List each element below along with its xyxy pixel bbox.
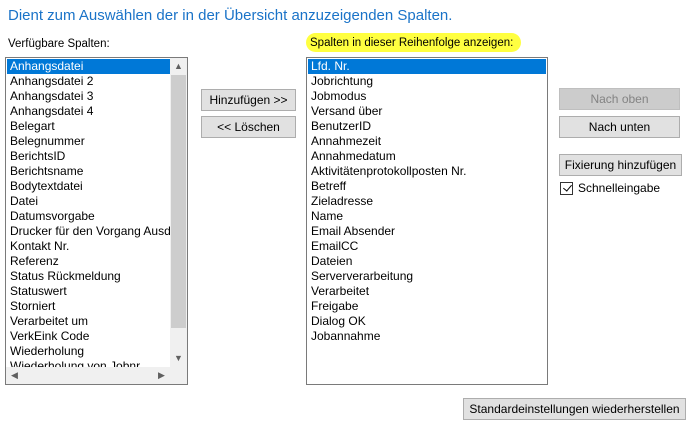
available-column-list-item[interactable]: Belegart [7,119,170,134]
available-column-list-item[interactable]: Anhangsdatei [7,59,170,74]
available-column-list-item[interactable]: Wiederholung von Jobnr. [7,359,170,367]
move-down-button[interactable]: Nach unten [559,116,680,138]
selected-columns-items: Lfd. Nr. Jobrichtung Jobmodus Versand über B… [308,59,546,344]
available-column-list-item[interactable]: Datumsvorgabe [7,209,170,224]
selected-column-list-item[interactable]: Annahmezeit [308,134,546,149]
selected-column-list-item[interactable]: Freigabe [308,299,546,314]
available-column-list-item[interactable]: Berichtsname [7,164,170,179]
selected-column-list-item[interactable]: Betreff [308,179,546,194]
selected-column-list-item[interactable]: Jobmodus [308,89,546,104]
selected-column-list-item[interactable]: Email Absender [308,224,546,239]
available-column-list-item[interactable]: Anhangsdatei 4 [7,104,170,119]
available-column-list-item[interactable]: Storniert [7,299,170,314]
remove-column-button[interactable]: << Löschen [201,116,296,138]
available-column-list-item[interactable]: VerkEink Code [7,329,170,344]
selected-columns-list[interactable]: Lfd. Nr. Jobrichtung Jobmodus Versand über B… [306,57,548,385]
selected-column-list-item[interactable]: Name [308,209,546,224]
page-heading: Dient zum Auswählen der in der Übersicht… [8,7,453,24]
selected-column-list-item[interactable]: Dateien [308,254,546,269]
selected-column-list-item[interactable]: Verarbeitet [308,284,546,299]
quick-entry-label: Schnelleingabe [578,181,661,195]
selected-column-list-item[interactable]: Aktivitätenprotokollposten Nr. [308,164,546,179]
selected-column-list-item[interactable]: Lfd. Nr. [308,59,546,74]
selected-column-list-item[interactable]: BenutzerID [308,119,546,134]
available-columns-label: Verfügbare Spalten: [8,38,110,50]
available-horizontal-scrollbar[interactable]: ◀ ▶ [6,367,170,384]
quick-entry-option[interactable]: Schnelleingabe [560,181,660,195]
available-vertical-scrollbar[interactable]: ▲ ▼ [170,58,187,367]
selected-columns-label: Spalten in dieser Reihenfolge anzeigen: [306,33,522,52]
available-column-list-item[interactable]: Kontakt Nr. [7,239,170,254]
restore-defaults-button[interactable]: Standardeinstellungen wiederherstellen [463,398,686,420]
selected-column-list-item[interactable]: Dialog OK [308,314,546,329]
available-column-list-item[interactable]: Status Rückmeldung [7,269,170,284]
available-column-list-item[interactable]: Referenz [7,254,170,269]
available-column-list-item[interactable]: Statuswert [7,284,170,299]
selected-column-list-item[interactable]: Jobannahme [308,329,546,344]
scroll-up-arrow-icon[interactable]: ▲ [170,58,187,75]
selected-column-list-item[interactable]: Jobrichtung [308,74,546,89]
available-column-list-item[interactable]: Belegnummer [7,134,170,149]
available-column-list-item[interactable]: Anhangsdatei 3 [7,89,170,104]
available-column-list-item[interactable]: Bodytextdatei [7,179,170,194]
available-column-list-item[interactable]: Datei [7,194,170,209]
selected-column-list-item[interactable]: Serververarbeitung [308,269,546,284]
selected-column-list-item[interactable]: Versand über [308,104,546,119]
available-column-list-item[interactable]: Verarbeitet um [7,314,170,329]
vertical-scroll-thumb[interactable] [171,75,186,328]
quick-entry-checkbox[interactable] [560,181,573,195]
scroll-left-arrow-icon[interactable]: ◀ [6,367,23,384]
available-column-list-item[interactable]: Drucker für den Vorgang Ausdr [7,224,170,239]
move-up-button[interactable]: Nach oben [559,88,680,110]
scroll-down-arrow-icon[interactable]: ▼ [170,350,187,367]
add-column-button[interactable]: Hinzufügen >> [201,89,296,111]
available-columns-items: Anhangsdatei Anhangsdatei 2 Anhangsdatei 3… [7,59,170,367]
available-columns-list[interactable]: Anhangsdatei Anhangsdatei 2 Anhangsdatei 3… [5,57,188,385]
available-column-list-item[interactable]: Anhangsdatei 2 [7,74,170,89]
selected-column-list-item[interactable]: Annahmedatum [308,149,546,164]
available-column-list-item[interactable]: Wiederholung [7,344,170,359]
selected-column-list-item[interactable]: Zieladresse [308,194,546,209]
add-fixation-button[interactable]: Fixierung hinzufügen [559,154,682,176]
scrollbar-corner [170,367,187,384]
available-column-list-item[interactable]: BerichtsID [7,149,170,164]
selected-column-list-item[interactable]: EmailCC [308,239,546,254]
scroll-right-arrow-icon[interactable]: ▶ [153,367,170,384]
